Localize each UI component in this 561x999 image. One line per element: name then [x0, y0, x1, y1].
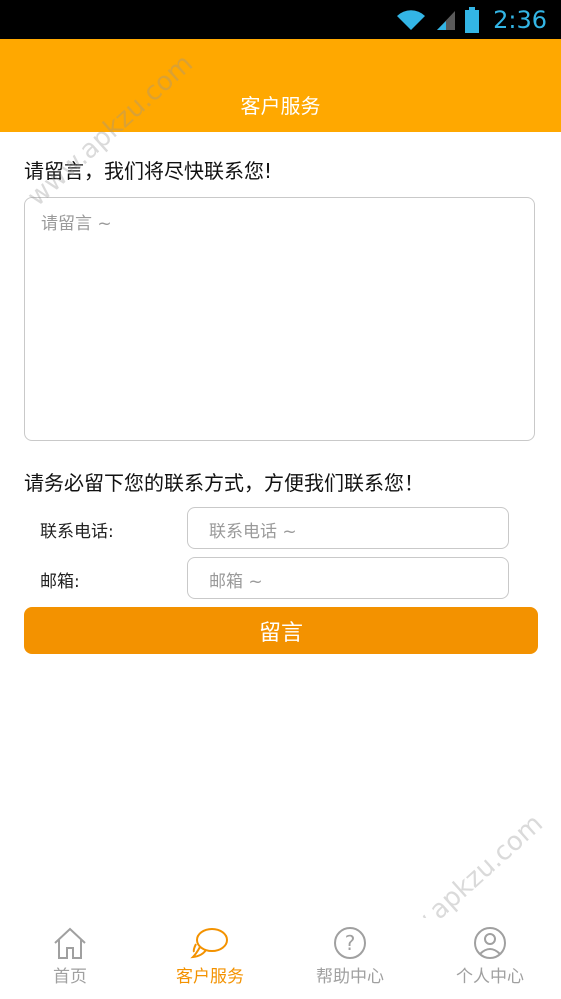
- message-textarea[interactable]: 请留言 ~: [24, 197, 535, 441]
- email-label: 邮箱:: [40, 572, 80, 592]
- app-bar: 客户服务: [0, 39, 561, 132]
- svg-text:?: ?: [345, 931, 356, 955]
- battery-icon: [465, 6, 480, 33]
- chat-bubbles-icon: [190, 928, 228, 959]
- question-icon: ?: [334, 927, 366, 959]
- contact-prompt: 请务必留下您的联系方式，方便我们联系您！: [24, 471, 424, 495]
- tab-customer-service-label: 客户服务: [176, 967, 244, 987]
- status-icons: 2:36: [395, 0, 547, 39]
- tab-profile-label: 个人中心: [456, 967, 524, 987]
- submit-button[interactable]: 留言: [24, 607, 538, 654]
- status-time: 2:36: [493, 5, 547, 34]
- message-prompt: 请留言，我们将尽快联系您!: [24, 159, 273, 183]
- phone-label: 联系电话:: [40, 522, 114, 542]
- tab-profile[interactable]: 个人中心: [420, 918, 560, 999]
- tab-help-center-label: 帮助中心: [316, 967, 384, 987]
- tab-home-label: 首页: [53, 967, 87, 987]
- phone-input[interactable]: 联系电话 ~: [187, 507, 509, 549]
- user-icon: [474, 927, 506, 959]
- status-bar: 2:36: [0, 0, 561, 39]
- phone-placeholder: 联系电话 ~: [209, 522, 297, 542]
- email-placeholder: 邮箱 ~: [209, 572, 263, 592]
- message-placeholder: 请留言 ~: [41, 214, 112, 234]
- tab-help-center[interactable]: ? 帮助中心: [280, 918, 420, 999]
- home-icon: [54, 927, 86, 959]
- tab-customer-service[interactable]: 客户服务: [140, 918, 280, 999]
- page-title: 客户服务: [240, 94, 321, 118]
- signal-icon: [437, 10, 456, 30]
- bottom-tab-bar: 首页 客户服务 ? 帮助中心 个人中心: [0, 918, 561, 999]
- wifi-icon: [397, 9, 426, 30]
- email-input[interactable]: 邮箱 ~: [187, 557, 509, 599]
- tab-home[interactable]: 首页: [0, 918, 140, 999]
